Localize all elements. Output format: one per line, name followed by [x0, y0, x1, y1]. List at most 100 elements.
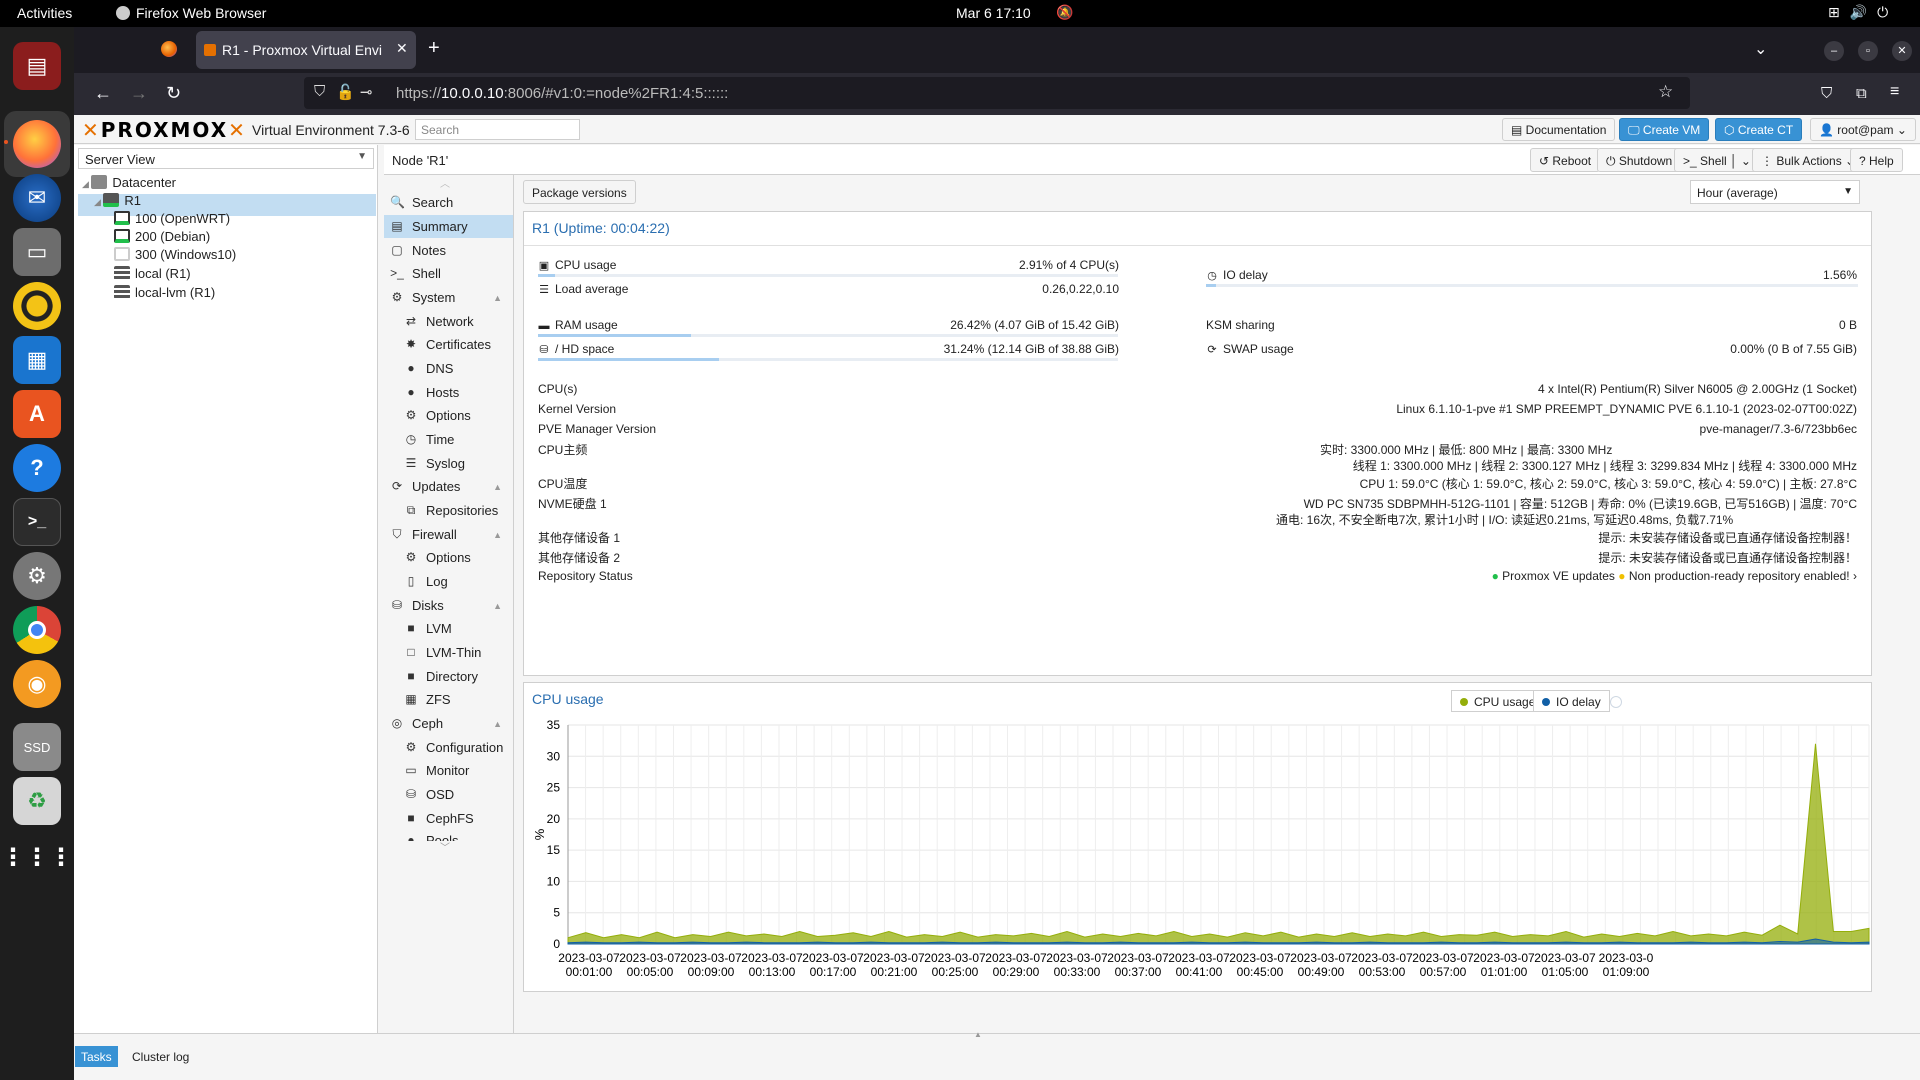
back-button[interactable]: ← — [94, 83, 112, 104]
reload-button[interactable]: ↻ — [166, 83, 181, 104]
settings-icon[interactable]: ⚙ — [13, 552, 61, 600]
writer-icon[interactable]: ▦ — [13, 336, 61, 384]
user-menu-button[interactable]: 👤 root@pam ⌄ — [1810, 118, 1916, 141]
menu-directory[interactable]: ■ Directory — [384, 665, 513, 688]
extensions-icon[interactable]: ⧉ — [1856, 85, 1867, 102]
undo-icon: ↺ — [1539, 154, 1553, 168]
timeframe-select[interactable]: Hour (average) ▼ — [1690, 180, 1860, 204]
cpu-frequency-label: CPU主频 — [538, 443, 588, 457]
firefox-icon[interactable] — [13, 120, 61, 168]
file-manager-icon[interactable]: ▤ — [13, 42, 61, 90]
menu-repositories[interactable]: ⧉ Repositories — [384, 499, 513, 522]
list-all-tabs-icon[interactable]: ⌄ — [1754, 39, 1767, 59]
menu-search[interactable]: 🔍 Search — [384, 191, 513, 214]
system-tray[interactable]: ⊞🔊⏻ — [1828, 4, 1898, 21]
menu-updates[interactable]: ⟳ Updates ▲ — [384, 475, 513, 498]
menu-monitor[interactable]: ▭ Monitor — [384, 759, 513, 782]
forward-button[interactable]: → — [130, 83, 148, 104]
documentation-button[interactable]: ▤ Documentation — [1502, 118, 1616, 141]
menu-zfs[interactable]: ▦ ZFS — [384, 688, 513, 711]
app-menu-icon[interactable]: ≡ — [1890, 83, 1899, 101]
create-vm-button[interactable]: 🖵 Create VM — [1619, 118, 1710, 141]
browser-tab-active[interactable]: R1 - Proxmox Virtual Envi ✕ — [196, 31, 416, 69]
menu-syslog[interactable]: ☰ Syslog — [384, 452, 513, 475]
chrome-icon[interactable] — [13, 606, 61, 654]
resize-handle-icon[interactable]: ▲ — [974, 1030, 982, 1039]
menu-log[interactable]: ▯ Log — [384, 570, 513, 593]
clock[interactable]: Mar 6 17:10 — [956, 5, 1031, 21]
database-icon: ● — [407, 833, 415, 841]
menu-system[interactable]: ⚙ System ▲ — [384, 286, 513, 309]
menu-network[interactable]: ⇄ Network — [384, 310, 513, 333]
proxmox-logo: ✕PROXMOX✕ — [82, 118, 247, 142]
menu-disks[interactable]: ⛁ Disks ▲ — [384, 594, 513, 617]
menu-options[interactable]: ⚙ Options — [384, 404, 513, 427]
maximize-window-button[interactable]: ▫ — [1858, 41, 1878, 61]
gimp-icon[interactable]: ◉ — [13, 660, 61, 708]
ssd-icon[interactable]: SSD — [13, 723, 61, 771]
x-tick-label-date: 2023-03-07 — [558, 951, 620, 965]
scroll-down-icon[interactable]: ﹀ — [440, 839, 450, 854]
thunderbird-icon[interactable]: ✉ — [13, 174, 61, 222]
menu-time[interactable]: ◷ Time — [384, 428, 513, 451]
tab-tasks[interactable]: Tasks — [75, 1046, 118, 1067]
package-versions-button[interactable]: Package versions — [523, 180, 636, 204]
activities-button[interactable]: Activities — [17, 5, 72, 21]
app-center-icon[interactable]: A — [13, 390, 61, 438]
legend-cpu-usage[interactable]: CPU usage — [1451, 690, 1545, 712]
menu-shell[interactable]: >_ Shell — [384, 262, 513, 285]
menu-lvm[interactable]: ■ LVM — [384, 617, 513, 640]
help-icon[interactable]: ? — [13, 444, 61, 492]
reboot-button[interactable]: ↺ Reboot — [1530, 148, 1601, 172]
help-button[interactable]: ? Help — [1850, 148, 1903, 172]
rhythmbox-icon[interactable] — [13, 282, 61, 330]
menu-summary[interactable]: ▤ Summary — [384, 215, 513, 238]
undo-zoom-icon[interactable] — [1610, 696, 1622, 708]
menu-notes[interactable]: ▢ Notes — [384, 239, 513, 262]
global-search-input[interactable]: Search — [415, 119, 580, 140]
menu-firewall-options[interactable]: ⚙ Options — [384, 546, 513, 569]
x-tick-label-date: 2023-03-07 — [1046, 951, 1108, 965]
legend-io-delay[interactable]: IO delay — [1533, 690, 1610, 712]
tree-storage-local-lvm[interactable]: local-lvm (R1) — [114, 281, 215, 303]
permissions-icon[interactable]: ⊸ — [360, 83, 373, 101]
url-bar[interactable]: ⛉ 🔓 ⊸ https://10.0.0.10:8006/#v1:0:=node… — [304, 77, 1690, 109]
hd-space-bar-fill — [538, 358, 720, 361]
bookmark-star-icon[interactable]: ☆ — [1658, 82, 1673, 102]
focused-app-menu[interactable]: Firefox Web Browser — [116, 5, 266, 21]
tab-close-icon[interactable]: ✕ — [396, 40, 408, 57]
tracking-protection-shield-icon[interactable]: ⛉ — [314, 83, 325, 100]
scroll-up-icon[interactable]: ︿ — [440, 175, 450, 190]
close-window-button[interactable]: ✕ — [1892, 41, 1912, 61]
pve-header: ✕PROXMOX✕ Virtual Environment 7.3-6 Sear… — [74, 115, 1920, 144]
files-icon[interactable]: ▭ — [13, 228, 61, 276]
clock-icon: ◷ — [405, 432, 417, 446]
terminal-icon[interactable]: >_ — [13, 498, 61, 546]
insecure-lock-icon[interactable]: 🔓 — [336, 83, 355, 101]
shutdown-button[interactable]: ⏻ Shutdown — [1597, 148, 1682, 172]
repository-status-value[interactable]: ● Proxmox VE updates ● Non production-re… — [1492, 569, 1857, 583]
create-ct-button[interactable]: ⬡ Create CT — [1715, 118, 1803, 141]
menu-certificates[interactable]: ✸ Certificates — [384, 333, 513, 356]
menu-firewall[interactable]: ⛉ Firewall ▲ — [384, 523, 513, 546]
show-apps-icon[interactable]: ⋮⋮⋮ — [1, 833, 73, 881]
minimize-window-button[interactable]: – — [1824, 41, 1844, 61]
menu-dns[interactable]: ● DNS — [384, 357, 513, 380]
menu-configuration[interactable]: ⚙ Configuration — [384, 736, 513, 759]
menu-ceph[interactable]: ◎ Ceph ▲ — [384, 712, 513, 735]
url-text[interactable]: https://10.0.0.10:8006/#v1:0:=node%2FR1:… — [396, 85, 728, 102]
tab-cluster-log[interactable]: Cluster log — [126, 1046, 195, 1067]
new-tab-button[interactable]: + — [428, 37, 440, 60]
io-delay-bar-fill — [1206, 284, 1217, 287]
firefox-view-icon[interactable] — [161, 41, 177, 57]
menu-cephfs[interactable]: ■ CephFS — [384, 807, 513, 830]
trash-icon[interactable]: ♻ — [13, 777, 61, 825]
menu-lvm-thin[interactable]: □ LVM-Thin — [384, 641, 513, 664]
view-selector[interactable]: Server View ▼ — [78, 148, 374, 169]
shell-button[interactable]: >_ Shell │ ⌄ — [1674, 148, 1760, 172]
pocket-icon[interactable]: ⛉ — [1821, 85, 1832, 102]
bulk-actions-button[interactable]: ⋮ Bulk Actions ⌄ — [1752, 148, 1865, 172]
menu-osd[interactable]: ⛁ OSD — [384, 783, 513, 806]
menu-hosts[interactable]: ● Hosts — [384, 381, 513, 404]
power-icon: ⏻ — [1606, 154, 1619, 168]
